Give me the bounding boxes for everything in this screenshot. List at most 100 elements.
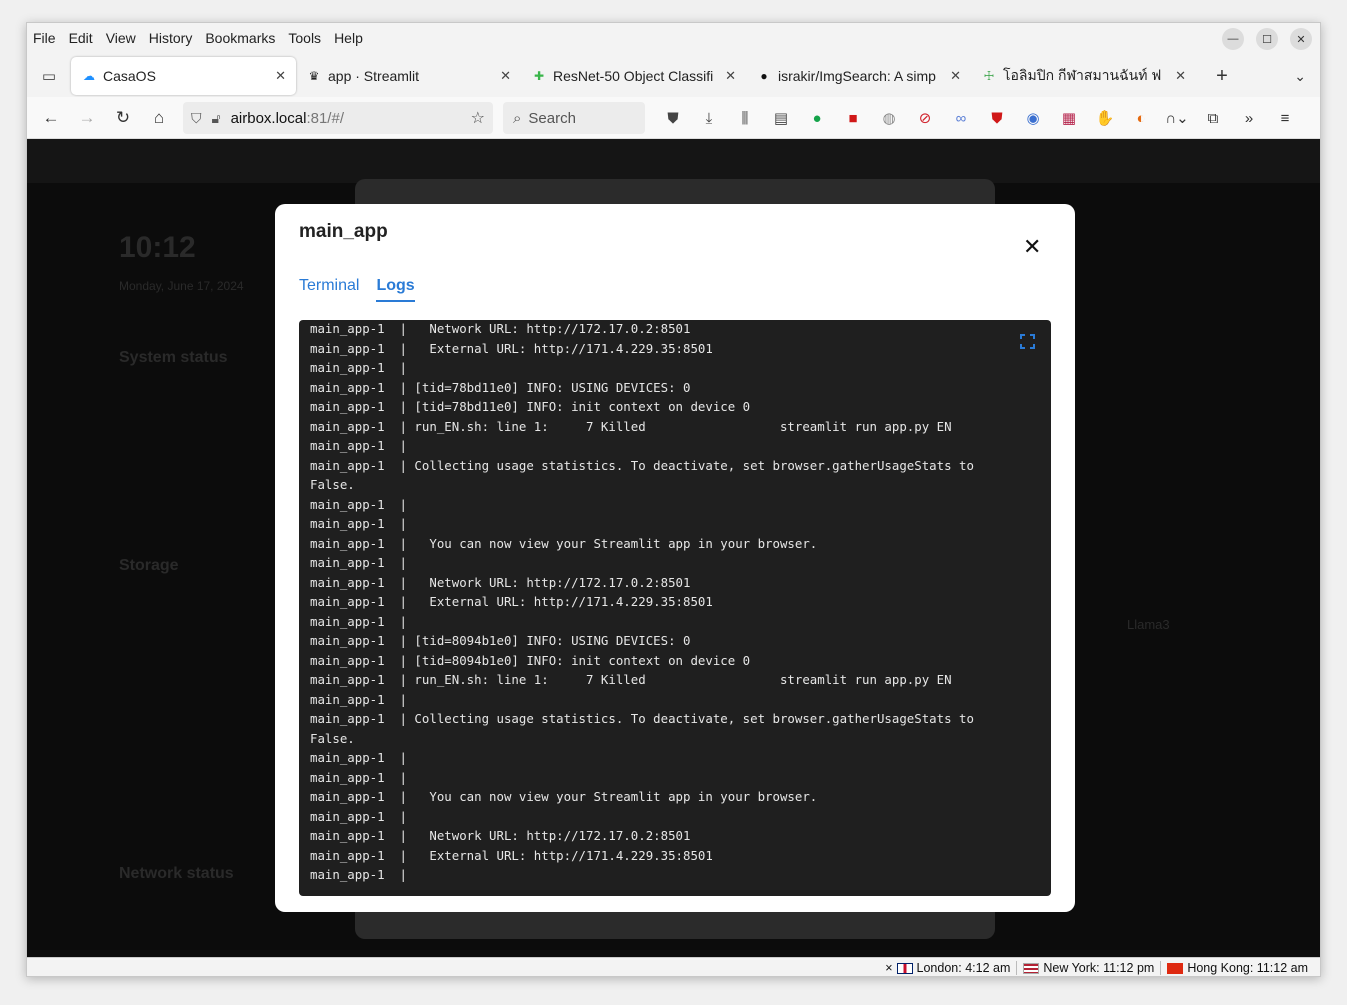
- log-line: main_app-1 | Network URL: http://172.17.…: [310, 321, 691, 336]
- extensions-toolbar: ⛊ ⤓ ⫼ ▤ ● ■ ◍ ⊘ ∞ ⛊ ◉ ▦ ✋ ◐ ∩⌄ ⧉ » ≡: [655, 97, 1303, 139]
- menu-edit[interactable]: Edit: [69, 30, 93, 46]
- maximize-icon[interactable]: ☐: [1256, 28, 1278, 50]
- app-modal: main_app ✕ Terminal Logs main_app-1 | Ne…: [275, 204, 1075, 912]
- hamburger-menu-icon[interactable]: ≡: [1267, 110, 1303, 127]
- pocket-icon[interactable]: ⛊: [655, 110, 691, 127]
- home-icon[interactable]: ⌂: [141, 108, 177, 128]
- log-line: main_app-1 |: [310, 808, 407, 824]
- close-icon[interactable]: ✕: [1023, 234, 1041, 260]
- tab-logs[interactable]: Logs: [376, 277, 415, 302]
- chevron-down-icon[interactable]: ⌄: [1294, 68, 1306, 85]
- menu-view[interactable]: View: [106, 30, 136, 46]
- ublock-icon[interactable]: ⛊: [979, 110, 1015, 127]
- clock-label: Hong Kong: 11:12 am: [1187, 961, 1308, 975]
- menu-bookmarks[interactable]: Bookmarks: [205, 30, 275, 46]
- clock-new-york: New York: 11:12 pm: [1016, 961, 1160, 975]
- globe-icon[interactable]: ◍: [871, 109, 907, 127]
- clock-london: London: 4:12 am: [895, 961, 1017, 975]
- insecure-lock-icon[interactable]: 🔓︎: [212, 110, 221, 127]
- url-bar[interactable]: ⛉ 🔓︎ airbox.local:81/#/ ☆: [183, 102, 493, 134]
- close-tab-icon[interactable]: ✕: [950, 68, 961, 84]
- close-tab-icon[interactable]: ✕: [500, 68, 511, 84]
- log-line: main_app-1 | [tid=78bd11e0] INFO: init c…: [310, 399, 751, 414]
- close-tab-icon[interactable]: ✕: [1175, 68, 1186, 84]
- fullscreen-icon[interactable]: [1020, 334, 1035, 349]
- tab-label: app · Streamlit: [328, 68, 420, 84]
- us-flag-icon: [1023, 962, 1040, 974]
- minimize-icon[interactable]: —: [1222, 28, 1244, 50]
- close-tab-icon[interactable]: ✕: [725, 68, 736, 84]
- close-tab-icon[interactable]: ✕: [275, 68, 286, 84]
- clock-label: London: 4:12 am: [916, 961, 1011, 975]
- link-extension-icon[interactable]: ∞: [943, 110, 979, 127]
- tab-label: โอลิมปิก กีฬาสมานฉันท์ ฟ: [1003, 67, 1162, 83]
- block-icon[interactable]: ⊘: [907, 109, 943, 127]
- modal-title: main_app: [299, 221, 388, 242]
- log-line: main_app-1 | Network URL: http://172.17.…: [310, 574, 691, 590]
- close-window-icon[interactable]: ✕: [1290, 28, 1312, 50]
- tab-streamlit[interactable]: ♛ app · Streamlit ✕: [296, 57, 521, 95]
- menu-file[interactable]: File: [33, 30, 56, 46]
- fire-extension-icon[interactable]: ◐: [1123, 110, 1159, 127]
- menu-help[interactable]: Help: [334, 30, 363, 46]
- log-line: main_app-1 | You can now view your Strea…: [310, 535, 818, 551]
- flag-extension-icon[interactable]: ▦: [1051, 109, 1087, 127]
- url-host: airbox.local: [230, 109, 307, 127]
- log-viewer[interactable]: main_app-1 | Network URL: http://172.17.…: [299, 320, 1051, 896]
- window-controls: — ☐ ✕: [1222, 28, 1312, 50]
- menubar: File Edit View History Bookmarks Tools H…: [27, 23, 1320, 53]
- clock-label: New York: 11:12 pm: [1043, 961, 1155, 975]
- log-line: main_app-1 |: [310, 496, 407, 512]
- reload-icon[interactable]: ↻: [105, 108, 141, 128]
- tab-terminal[interactable]: Terminal: [299, 277, 359, 302]
- download-icon[interactable]: ⤓: [691, 110, 727, 127]
- reader-view-icon[interactable]: ▤: [763, 109, 799, 127]
- close-clocks-icon[interactable]: ×: [885, 961, 892, 975]
- back-icon[interactable]: ←: [33, 108, 69, 128]
- menu-history[interactable]: History: [149, 30, 193, 46]
- tab-resnet[interactable]: ✚ ResNet-50 Object Classifi ✕: [521, 57, 746, 95]
- tab-casaos[interactable]: ☁ CasaOS ✕: [71, 57, 296, 95]
- bookmark-star-icon[interactable]: ☆: [471, 108, 485, 128]
- log-line: main_app-1 | [tid=78bd11e0] INFO: USING …: [310, 379, 691, 395]
- log-line: main_app-1 |: [310, 750, 407, 765]
- log-line: False.: [310, 730, 355, 746]
- gnome-icon[interactable]: ✋: [1087, 109, 1123, 127]
- navigation-toolbar: ← → ↻ ⌂ ⛉ 🔓︎ airbox.local:81/#/ ☆ ⌕ Sear…: [27, 97, 1320, 139]
- resnet-icon: ✚: [533, 69, 545, 83]
- puzzle-icon[interactable]: ⧉: [1195, 110, 1231, 127]
- pdf-extension-icon[interactable]: ■: [835, 110, 871, 127]
- headphones-icon[interactable]: ∩⌄: [1159, 109, 1195, 127]
- earth-icon[interactable]: ◉: [1015, 109, 1051, 127]
- tab-label: ResNet-50 Object Classifi: [553, 68, 714, 84]
- log-lines: main_app-1 | Network URL: http://172.17.…: [310, 320, 1030, 885]
- bg-storage: Storage: [119, 557, 179, 574]
- grammarly-icon[interactable]: ●: [799, 110, 835, 127]
- search-input[interactable]: ⌕ Search: [503, 102, 645, 134]
- uk-flag-icon: [896, 962, 913, 974]
- new-tab-icon[interactable]: +: [1202, 65, 1242, 88]
- tab-olympic[interactable]: ☩ โอลิมปิก กีฬาสมานฉันท์ ฟ ✕: [971, 57, 1196, 95]
- tab-github[interactable]: ● israkir/ImgSearch: A simp ✕: [746, 57, 971, 95]
- log-line: main_app-1 |: [310, 691, 407, 707]
- clock-hong-kong: Hong Kong: 11:12 am: [1160, 961, 1314, 975]
- log-line: main_app-1 | You can now view your Strea…: [310, 789, 818, 804]
- search-icon: ⌕: [513, 109, 522, 127]
- log-line: main_app-1 | Network URL: http://172.17.…: [310, 828, 691, 843]
- forward-icon[interactable]: →: [69, 108, 105, 128]
- github-icon: ●: [760, 69, 768, 83]
- tab-label: CasaOS: [103, 68, 156, 84]
- bg-time: 10:12: [119, 231, 196, 264]
- hk-flag-icon: [1167, 962, 1184, 974]
- tab-overview-icon[interactable]: ▭: [27, 67, 71, 85]
- overflow-chevron-icon[interactable]: »: [1231, 110, 1267, 127]
- menu-tools[interactable]: Tools: [288, 30, 321, 46]
- shield-icon[interactable]: ⛉: [191, 110, 202, 127]
- log-line: main_app-1 | External URL: http://171.4.…: [310, 340, 713, 356]
- bg-app-name: Llama3: [1127, 617, 1170, 632]
- tab-label: israkir/ImgSearch: A simp: [778, 68, 936, 84]
- search-placeholder: Search: [528, 109, 576, 127]
- library-icon[interactable]: ⫼: [727, 110, 763, 127]
- log-line: main_app-1 |: [310, 613, 407, 629]
- log-line: main_app-1 | Collecting usage statistics…: [310, 711, 974, 726]
